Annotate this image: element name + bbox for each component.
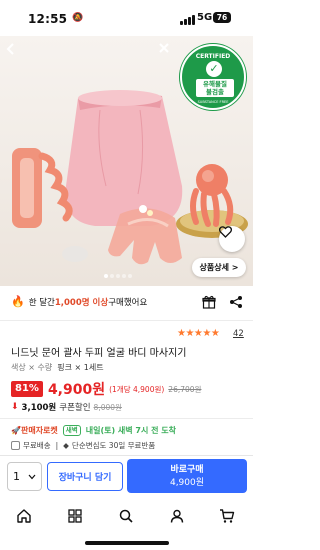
sale-price: 4,900원 bbox=[47, 382, 106, 398]
coupon-price: 3,100원 bbox=[21, 403, 57, 413]
home-icon bbox=[17, 509, 31, 523]
quantity-value: 1 bbox=[13, 470, 20, 483]
rating-stars[interactable]: ★★★★★ bbox=[177, 328, 220, 339]
divider bbox=[0, 320, 253, 321]
shipping-info: 무료배송 | ◆ 단순변심도 30일 무료반품 bbox=[11, 440, 155, 451]
gift-icon bbox=[202, 295, 216, 309]
check-icon: ✓ bbox=[206, 61, 222, 77]
close-button[interactable] bbox=[158, 42, 184, 68]
cert-badge-text: 유해물질 불검출 bbox=[196, 79, 234, 97]
safe-return-text: 단순변심도 30일 무료반품 bbox=[71, 441, 156, 450]
seller-rocket-label: 🚀판매자로켓 bbox=[11, 426, 58, 435]
close-icon bbox=[159, 43, 169, 53]
tab-category[interactable] bbox=[64, 505, 86, 527]
home-indicator bbox=[85, 541, 169, 545]
product-title: 니드닛 문어 괄사 두피 얼굴 바디 마사지기 bbox=[11, 348, 187, 359]
review-count-link[interactable]: 42 bbox=[233, 329, 244, 339]
signal-icon bbox=[180, 15, 195, 25]
wishlist-button[interactable] bbox=[219, 226, 245, 252]
seller-rocket-text: 판매자로켓 bbox=[20, 426, 58, 435]
share-icon bbox=[230, 296, 242, 308]
free-shipping-text: 무료배송 bbox=[23, 441, 51, 450]
delivery-info: 🚀판매자로켓 새벽 내일(토) 새벽 7시 전 도착 bbox=[11, 425, 176, 436]
coupon-original-price: 8,000원 bbox=[93, 402, 122, 412]
heart-icon bbox=[219, 226, 232, 238]
price-row: 81% 4,900원 (1개당 4,900원) 26,700원 bbox=[11, 380, 201, 398]
purchase-count-suffix: 구매했어요 bbox=[108, 297, 148, 308]
discount-badge: 81% bbox=[11, 381, 43, 397]
tab-cart[interactable] bbox=[216, 505, 238, 527]
buy-now-label: 바로구매 bbox=[170, 465, 204, 475]
purchase-count-highlight: 1,000명 이상 bbox=[54, 297, 109, 308]
option-label: 색상 × 수량 bbox=[11, 363, 53, 372]
purchase-count-prefix: 한 달간 bbox=[28, 297, 55, 308]
category-icon bbox=[68, 509, 82, 523]
network-label: 5G bbox=[197, 12, 213, 23]
add-to-cart-button[interactable]: 장바구니 담기 bbox=[47, 462, 123, 491]
coupon-label: 쿠폰할인 bbox=[59, 403, 91, 413]
battery-icon: 76 bbox=[213, 12, 231, 23]
tab-home[interactable] bbox=[13, 505, 35, 527]
separator: | bbox=[55, 441, 59, 450]
cert-top-text: CERTIFIED bbox=[195, 53, 231, 60]
quantity-select[interactable]: 1 bbox=[7, 462, 42, 491]
chevron-down-icon bbox=[28, 474, 36, 479]
purchase-bar: 1 장바구니 담기 바로구매 4,900원 bbox=[0, 455, 253, 495]
buy-now-button[interactable]: 바로구매 4,900원 bbox=[127, 459, 247, 493]
back-arrow-icon bbox=[6, 43, 14, 55]
gift-button[interactable] bbox=[200, 293, 218, 311]
delivery-eta: 내일(토) 새벽 7시 전 도착 bbox=[85, 426, 177, 435]
option-value: 핑크 × 1세트 bbox=[57, 363, 104, 372]
search-icon bbox=[119, 509, 133, 523]
certification-badge: CERTIFIED ✓ 유해물질 불검출 SUBSTANCE FREE bbox=[180, 44, 246, 110]
tab-my-page[interactable] bbox=[166, 505, 188, 527]
unit-price: (1개당 4,900원) bbox=[109, 384, 165, 394]
down-arrow-icon: ⬇ bbox=[11, 402, 19, 412]
buy-now-price: 4,900원 bbox=[169, 478, 205, 488]
product-detail-button[interactable]: 상품상세 > bbox=[192, 258, 246, 277]
dawn-delivery-tag: 새벽 bbox=[62, 425, 81, 436]
my-page-icon bbox=[170, 509, 184, 523]
cert-bottom-text: SUBSTANCE FREE bbox=[197, 100, 229, 104]
product-image[interactable]: CERTIFIED ✓ 유해물질 불검출 SUBSTANCE FREE 상품상세… bbox=[0, 36, 253, 286]
tab-search[interactable] bbox=[115, 505, 137, 527]
safe-return-icon: ◆ bbox=[63, 441, 69, 450]
share-button[interactable] bbox=[227, 293, 245, 311]
status-time: 12:55 bbox=[28, 12, 68, 26]
bell-mute-icon: 🔕 bbox=[72, 13, 84, 23]
status-bar: 12:55 🔕 5G 76 bbox=[0, 0, 253, 36]
back-button[interactable] bbox=[4, 42, 30, 68]
free-shipping-icon bbox=[11, 441, 20, 450]
original-price: 26,700원 bbox=[168, 384, 202, 394]
fire-icon: 🔥 bbox=[11, 295, 25, 308]
purchase-count-banner: 🔥 한 달간 1,000명 이상 구매했어요 bbox=[11, 295, 147, 308]
option-selector[interactable]: 색상 × 수량 핑크 × 1세트 bbox=[11, 362, 104, 373]
coupon-price-row[interactable]: ⬇ 3,100원 쿠폰할인 8,000원 bbox=[11, 401, 122, 413]
cart-icon bbox=[220, 509, 235, 523]
divider bbox=[0, 418, 253, 419]
